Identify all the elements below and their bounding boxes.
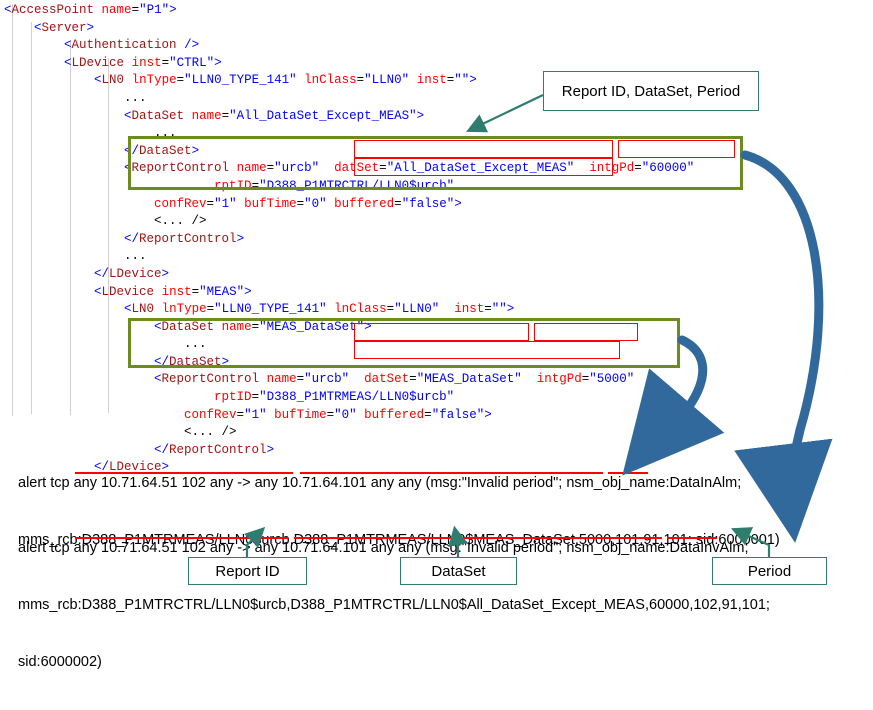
code-line: <ReportControl name="urcb" datSet="MEAS_… [154, 372, 635, 387]
code-line: </ReportControl> [124, 231, 245, 246]
rule1-dataset-underline [300, 472, 603, 474]
snort-rule-2: alert tcp any 10.71.64.51 102 any -> any… [18, 501, 858, 710]
rule2-period-underline [667, 537, 717, 539]
callout-top-text: Report ID, DataSet, Period [561, 82, 741, 100]
datset-meas-red-box [354, 323, 529, 341]
rule1-rptid-underline [75, 472, 293, 474]
rule1-period-underline [608, 472, 648, 474]
intgpd-ctrl-red-box [618, 140, 735, 158]
rule2-dataset-underline [294, 537, 662, 539]
rptid-ctrl-red-box [354, 158, 613, 176]
code-line: <Server> [34, 20, 95, 35]
snort-rule-2-line3: sid:6000002) [18, 654, 102, 670]
code-line: <Authentication /> [64, 38, 200, 53]
code-line: <LN0 lnType="LLN0_TYPE_141" lnClass="LLN… [124, 302, 515, 317]
code-line: confRev="1" bufTime="0" buffered="false"… [154, 196, 462, 211]
snort-rule-2-line1: alert tcp any 10.71.64.51 102 any -> any… [18, 540, 749, 556]
code-line: </LDevice> [94, 266, 170, 281]
diagram-root: <AccessPoint name="P1"> <Server> <Authen… [0, 0, 873, 670]
code-line: ... [124, 249, 147, 264]
code-line: confRev="1" bufTime="0" buffered="false"… [184, 407, 492, 422]
snort-rule-2-line2: mms_rcb:D388_P1MTRCTRL/LLN0$urcb,D388_P1… [18, 597, 770, 613]
code-line: <AccessPoint name="P1"> [4, 3, 177, 17]
snort-rule-1-line1: alert tcp any 10.71.64.51 102 any -> any… [18, 475, 742, 491]
code-line: rptID="D388_P1MTRMEAS/LLN0$urcb" [214, 390, 455, 405]
intgpd-meas-red-box [534, 323, 638, 341]
rptid-meas-red-box [354, 341, 620, 359]
callout-top-label: Report ID, DataSet, Period [543, 71, 759, 111]
rule2-rptid-underline [75, 537, 288, 539]
datset-ctrl-red-box [354, 140, 613, 158]
code-line: <LDevice inst="CTRL"> [64, 55, 222, 70]
code-line: <LDevice inst="MEAS"> [94, 284, 252, 299]
code-line: <... /> [154, 214, 207, 229]
